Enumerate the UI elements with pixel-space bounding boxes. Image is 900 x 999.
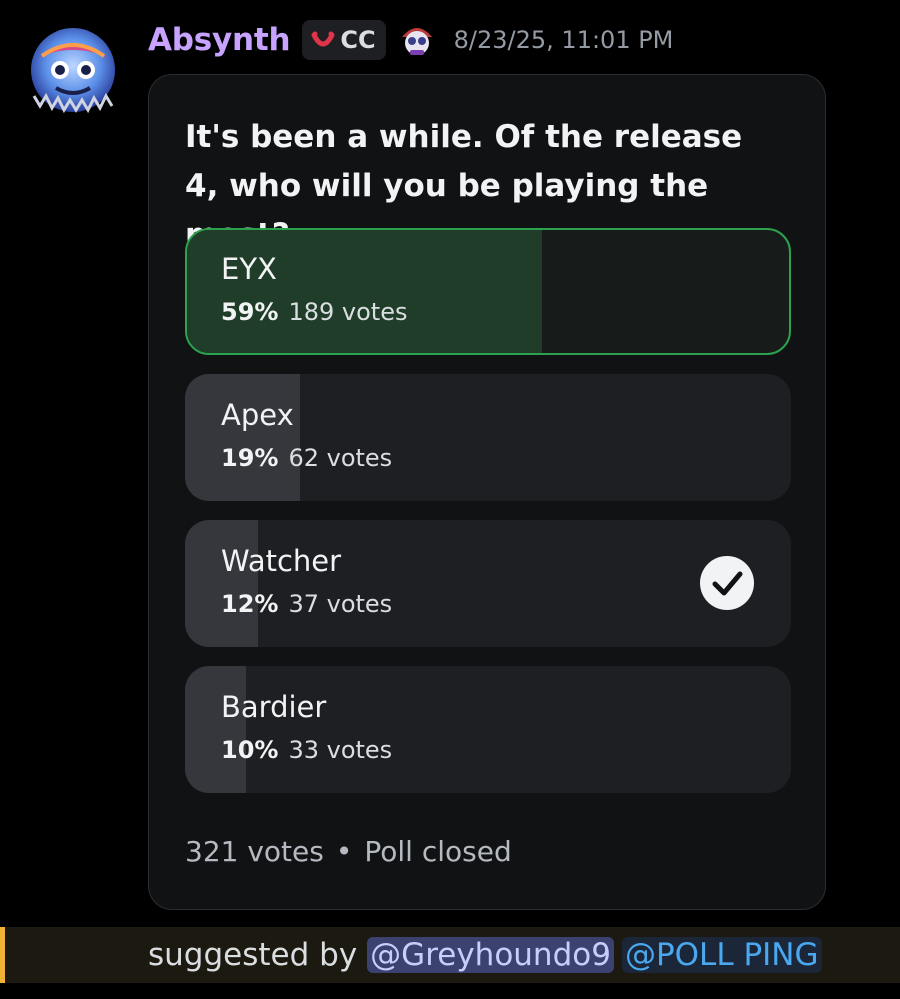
poll-option-stats: 59% 189 votes bbox=[221, 298, 407, 326]
message: Absynth CC 8/23/25, 11:01 PM It's been a… bbox=[0, 0, 900, 999]
poll-option-stats: 12% 37 votes bbox=[221, 590, 392, 618]
poll-footer-separator: • bbox=[335, 835, 353, 868]
poll-option-votes: 33 votes bbox=[288, 736, 393, 764]
poll-option-apex[interactable]: Apex 19% 62 votes bbox=[185, 374, 791, 501]
poll-option-label: Bardier bbox=[221, 690, 327, 724]
poll-option-fill bbox=[187, 230, 543, 353]
user-mention[interactable]: @Greyhoundo9 bbox=[367, 937, 614, 973]
suggested-by-bar: suggested by @Greyhoundo9 @POLL PING bbox=[0, 927, 900, 983]
poll-option-votes: 189 votes bbox=[288, 298, 408, 326]
poll-footer: 321 votes • Poll closed bbox=[185, 835, 512, 868]
poll-option-label: Apex bbox=[221, 398, 294, 432]
poll-option-percent: 19% bbox=[221, 444, 279, 472]
avatar-image bbox=[31, 28, 115, 114]
poll-option-stats: 19% 62 votes bbox=[221, 444, 392, 472]
red-ring-icon bbox=[310, 27, 336, 53]
poll-option-bardier[interactable]: Bardier 10% 33 votes bbox=[185, 666, 791, 793]
voted-check-icon bbox=[699, 555, 755, 611]
poll-option-watcher[interactable]: Watcher 12% 37 votes bbox=[185, 520, 791, 647]
poll-option-label: EYX bbox=[221, 252, 277, 286]
poll-option-percent: 10% bbox=[221, 736, 279, 764]
poll-option-eyx[interactable]: EYX 59% 189 votes bbox=[185, 228, 791, 355]
poll-option-votes: 37 votes bbox=[288, 590, 393, 618]
poll-option-stats: 10% 33 votes bbox=[221, 736, 392, 764]
poll-status: Poll closed bbox=[364, 835, 512, 868]
role-mention[interactable]: @POLL PING bbox=[621, 937, 822, 973]
poll-card: It's been a while. Of the release 4, who… bbox=[148, 74, 826, 910]
poll-option-fill bbox=[185, 520, 258, 647]
poll-option-percent: 59% bbox=[221, 298, 279, 326]
server-tag-text: CC bbox=[340, 26, 376, 54]
suggested-by-prefix: suggested by bbox=[148, 937, 358, 973]
poll-option-fill bbox=[185, 666, 246, 793]
message-header: Absynth CC 8/23/25, 11:01 PM bbox=[148, 16, 673, 64]
poll-option-percent: 12% bbox=[221, 590, 279, 618]
user-avatar[interactable] bbox=[26, 26, 120, 120]
timestamp: 8/23/25, 11:01 PM bbox=[453, 26, 674, 54]
poll-total-votes[interactable]: 321 votes bbox=[185, 835, 324, 868]
poll-option-votes: 62 votes bbox=[288, 444, 393, 472]
server-tag[interactable]: CC bbox=[302, 20, 386, 60]
character-emoji-icon[interactable] bbox=[398, 21, 436, 59]
suggested-by-text: suggested by @Greyhoundo9 @POLL PING bbox=[148, 933, 822, 977]
username[interactable]: Absynth bbox=[148, 22, 291, 58]
poll-option-fill bbox=[185, 374, 301, 501]
poll-option-label: Watcher bbox=[221, 544, 342, 578]
